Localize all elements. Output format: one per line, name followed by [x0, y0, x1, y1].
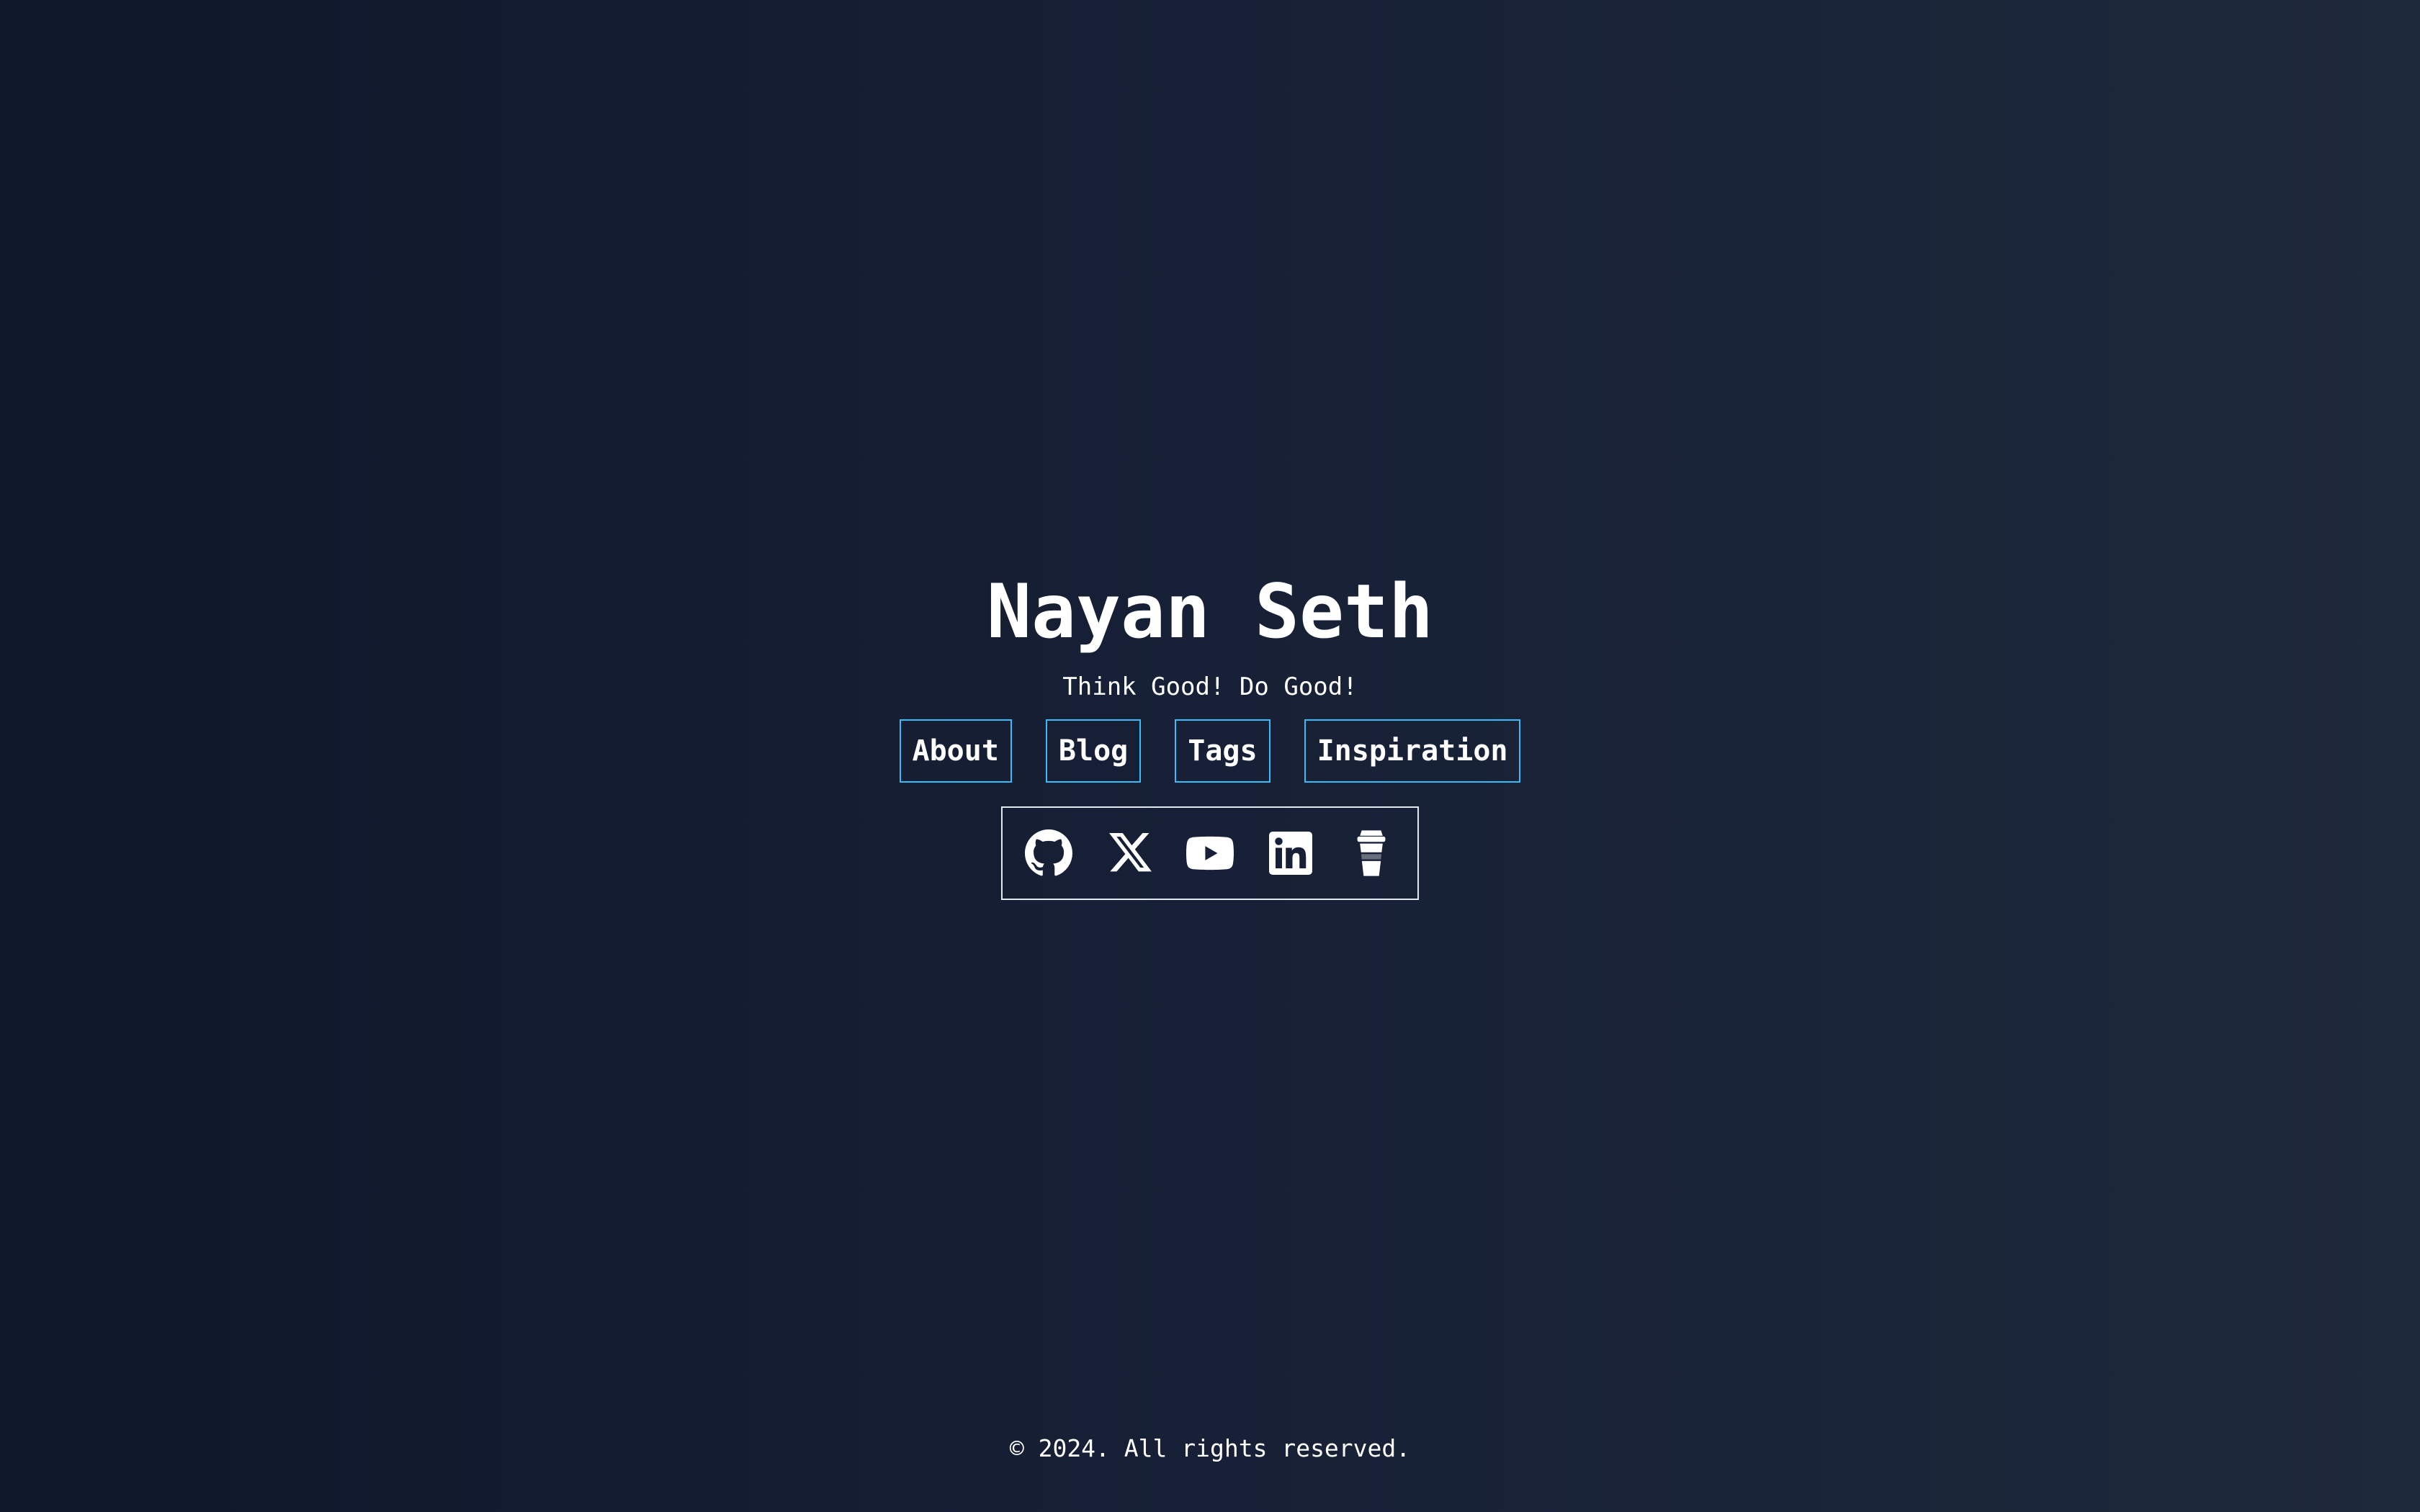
youtube-icon[interactable] — [1186, 829, 1234, 877]
nav-tags-button[interactable]: Tags — [1175, 719, 1270, 783]
main-nav: About Blog Tags Inspiration — [899, 719, 1521, 783]
coffee-icon[interactable] — [1348, 829, 1395, 877]
footer-copyright: © 2024. All rights reserved. — [1009, 1434, 1411, 1462]
github-icon[interactable] — [1025, 829, 1072, 877]
social-links — [1001, 806, 1419, 900]
nav-blog-button[interactable]: Blog — [1045, 719, 1142, 783]
linkedin-icon[interactable] — [1267, 829, 1314, 877]
nav-about-button[interactable]: About — [899, 719, 1012, 783]
hero: Nayan Seth Think Good! Do Good! About Bl… — [0, 562, 2420, 900]
site-title[interactable]: Nayan Seth — [987, 562, 1433, 662]
site-tagline: Think Good! Do Good! — [1062, 672, 1358, 701]
x-icon[interactable] — [1106, 829, 1153, 877]
nav-inspiration-button[interactable]: Inspiration — [1304, 719, 1521, 783]
